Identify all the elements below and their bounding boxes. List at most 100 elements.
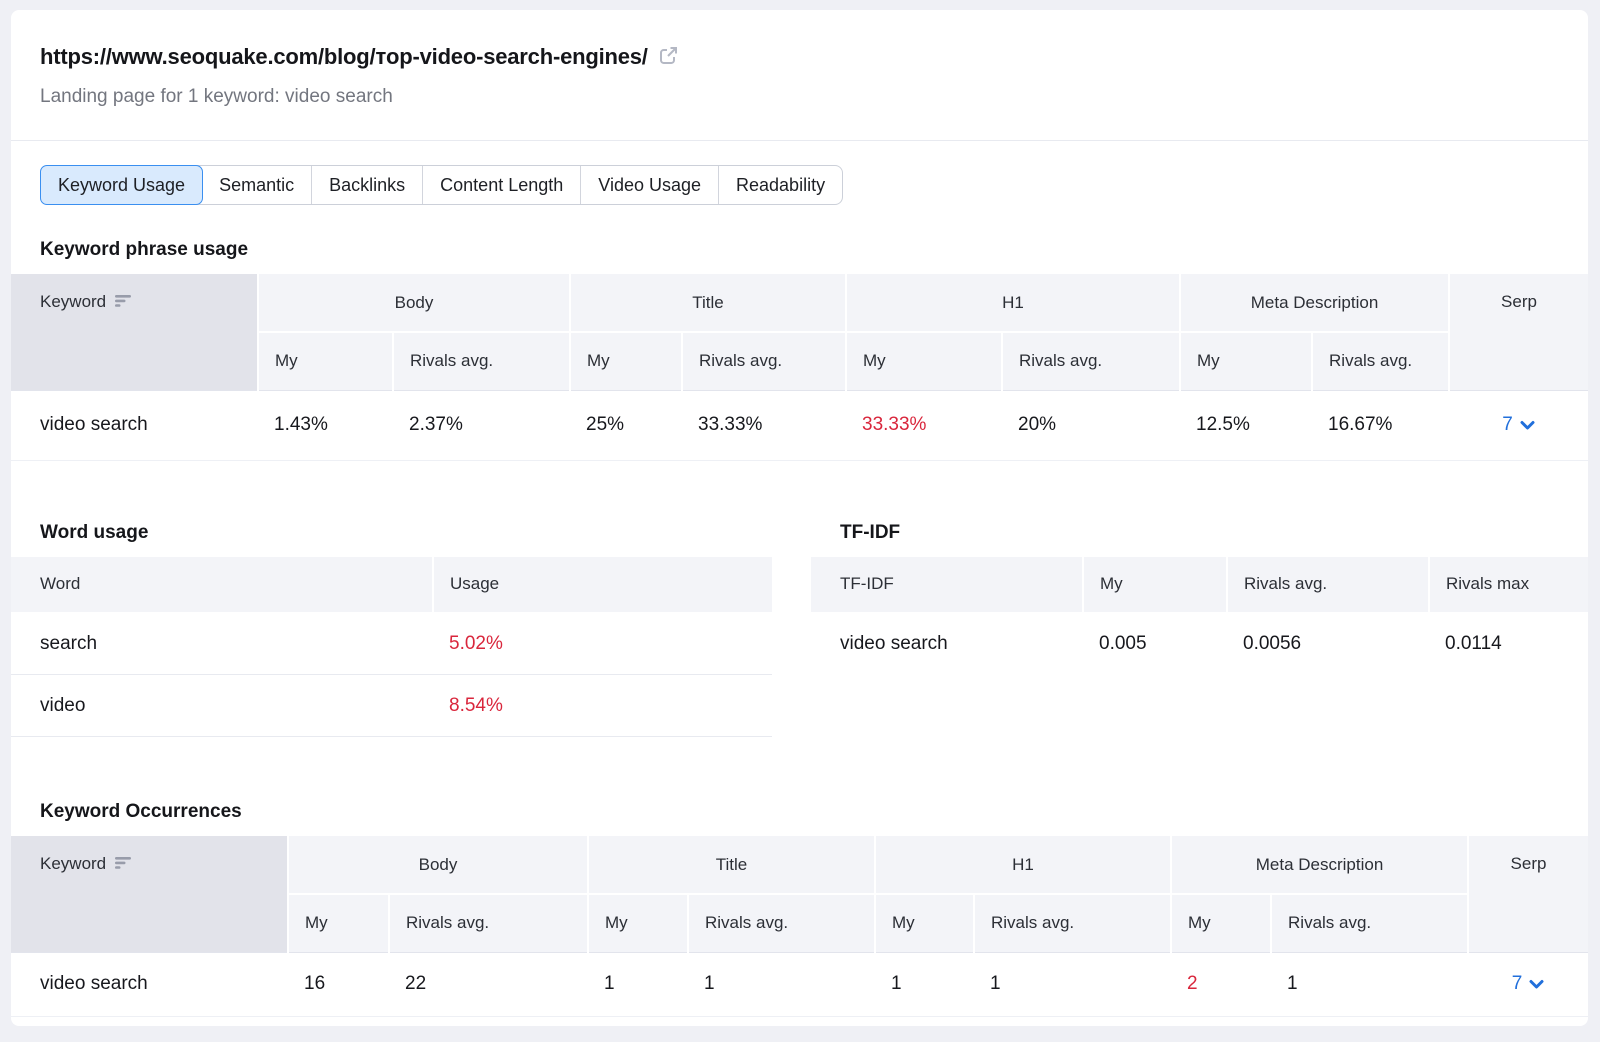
subheader-h1-my: My [875, 894, 974, 952]
table-row: video search 16 22 1 1 1 1 2 1 7 [11, 952, 1588, 1016]
usage-column-header: Usage [433, 557, 772, 613]
h1-rivals-cell: 1 [974, 952, 1171, 1016]
word-cell: video [11, 675, 433, 737]
keyword-occurrences-title: Keyword Occurrences [40, 800, 1560, 823]
h1-my-cell: 1 [875, 952, 974, 1016]
word-usage-section: Word usage Word Usage search 5.02% [11, 488, 772, 738]
subheader-meta-rivals: Rivals avg. [1312, 332, 1449, 390]
serp-count-link[interactable]: 7 [1502, 414, 1513, 435]
subheader-meta-my: My [1180, 332, 1312, 390]
group-header-h1: H1 [875, 836, 1171, 894]
tfidf-title: TF-IDF [840, 521, 1588, 544]
meta-rivals-cell: 16.67% [1312, 390, 1449, 460]
serp-expand-cell[interactable]: 7 [1468, 952, 1588, 1016]
tfidf-column-header: TF-IDF [811, 557, 1083, 613]
tfidf-rivals-avg-cell: 0.0056 [1227, 613, 1429, 675]
page-subtitle: Landing page for 1 keyword: video search [40, 85, 1560, 108]
tfidf-rivals-max-header: Rivals max [1429, 557, 1588, 613]
meta-my-cell: 12.5% [1180, 390, 1312, 460]
table-row: search 5.02% [11, 613, 772, 675]
usage-cell: 5.02% [433, 613, 772, 675]
tab-video-usage[interactable]: Video Usage [580, 166, 718, 204]
landing-page-card: https://www.seoquake.com/blog/тop-video-… [11, 10, 1588, 1026]
tfidf-term-cell: video search [811, 613, 1083, 675]
table-row: video search 1.43% 2.37% 25% 33.33% 33.3… [11, 390, 1588, 460]
title-rivals-cell: 33.33% [682, 390, 846, 460]
card-header: https://www.seoquake.com/blog/тop-video-… [11, 10, 1588, 141]
serp-column-header: Serp [1449, 274, 1588, 390]
group-header-title: Title [588, 836, 875, 894]
body-my-cell: 1.43% [258, 390, 393, 460]
subheader-body-rivals: Rivals avg. [389, 894, 588, 952]
page-background: https://www.seoquake.com/blog/тop-video-… [0, 0, 1600, 1042]
body-my-cell: 16 [288, 952, 389, 1016]
external-link-icon[interactable] [658, 45, 679, 66]
table-row: video 8.54% [11, 675, 772, 737]
group-header-body: Body [288, 836, 588, 894]
keyword-phrase-usage-title: Keyword phrase usage [40, 238, 1560, 261]
page-url: https://www.seoquake.com/blog/тop-video-… [40, 44, 648, 70]
body-rivals-cell: 2.37% [393, 390, 570, 460]
keyword-header-label: Keyword [40, 854, 106, 874]
sort-icon [115, 854, 132, 874]
group-header-h1: H1 [846, 274, 1180, 332]
subheader-body-my: My [288, 894, 389, 952]
tfidf-rivals-max-cell: 0.0114 [1429, 613, 1588, 675]
tabs-container: Keyword Usage Semantic Backlinks Content… [40, 165, 1560, 205]
tfidf-my-header: My [1083, 557, 1227, 613]
word-usage-table: Word Usage search 5.02% video 8.54% [11, 557, 772, 738]
usage-cell: 8.54% [433, 675, 772, 737]
tab-readability[interactable]: Readability [718, 166, 842, 204]
group-header-meta-description: Meta Description [1180, 274, 1449, 332]
tfidf-section: TF-IDF TF-IDF My Rivals avg. Rivals max [811, 488, 1588, 675]
subheader-h1-my: My [846, 332, 1002, 390]
sort-icon [115, 292, 132, 312]
meta-rivals-cell: 1 [1271, 952, 1468, 1016]
word-usage-title: Word usage [40, 521, 772, 544]
h1-rivals-cell: 20% [1002, 390, 1180, 460]
keyword-header-label: Keyword [40, 292, 106, 312]
subheader-body-my: My [258, 332, 393, 390]
table-row: video search 0.005 0.0056 0.0114 [811, 613, 1588, 675]
group-header-meta-description: Meta Description [1171, 836, 1468, 894]
chevron-down-icon [1529, 979, 1544, 990]
subheader-body-rivals: Rivals avg. [393, 332, 570, 390]
title-my-cell: 25% [570, 390, 682, 460]
keyword-column-header[interactable]: Keyword [11, 836, 288, 952]
h1-my-cell: 33.33% [846, 390, 1002, 460]
subheader-meta-my: My [1171, 894, 1271, 952]
tab-content-length[interactable]: Content Length [422, 166, 580, 204]
keyword-cell: video search [11, 390, 258, 460]
group-header-body: Body [258, 274, 570, 332]
subheader-title-my: My [570, 332, 682, 390]
chevron-down-icon [1520, 420, 1535, 431]
tab-keyword-usage[interactable]: Keyword Usage [40, 165, 203, 205]
tab-backlinks[interactable]: Backlinks [311, 166, 422, 204]
serp-expand-cell[interactable]: 7 [1449, 390, 1588, 460]
metric-tabs: Keyword Usage Semantic Backlinks Content… [40, 165, 843, 205]
tfidf-rivals-avg-header: Rivals avg. [1227, 557, 1429, 613]
meta-my-cell: 2 [1171, 952, 1271, 1016]
tab-semantic[interactable]: Semantic [202, 166, 311, 204]
group-header-title: Title [570, 274, 846, 332]
body-rivals-cell: 22 [389, 952, 588, 1016]
serp-count-link[interactable]: 7 [1512, 973, 1523, 994]
word-column-header: Word [11, 557, 433, 613]
word-usage-tfidf-section: Word usage Word Usage search 5.02% [11, 488, 1588, 738]
keyword-occurrences-table: Keyword Body Title H1 [11, 836, 1588, 1017]
keyword-column-header[interactable]: Keyword [11, 274, 258, 390]
subheader-meta-rivals: Rivals avg. [1271, 894, 1468, 952]
subheader-title-rivals: Rivals avg. [688, 894, 875, 952]
keyword-cell: video search [11, 952, 288, 1016]
serp-column-header: Serp [1468, 836, 1588, 952]
tfidf-my-cell: 0.005 [1083, 613, 1227, 675]
tfidf-table: TF-IDF My Rivals avg. Rivals max video s… [811, 557, 1588, 675]
subheader-h1-rivals: Rivals avg. [1002, 332, 1180, 390]
title-rivals-cell: 1 [688, 952, 875, 1016]
subheader-title-my: My [588, 894, 688, 952]
word-cell: search [11, 613, 433, 675]
subheader-title-rivals: Rivals avg. [682, 332, 846, 390]
title-my-cell: 1 [588, 952, 688, 1016]
keyword-phrase-usage-table: Keyword Body Title H1 [11, 274, 1588, 461]
subheader-h1-rivals: Rivals avg. [974, 894, 1171, 952]
